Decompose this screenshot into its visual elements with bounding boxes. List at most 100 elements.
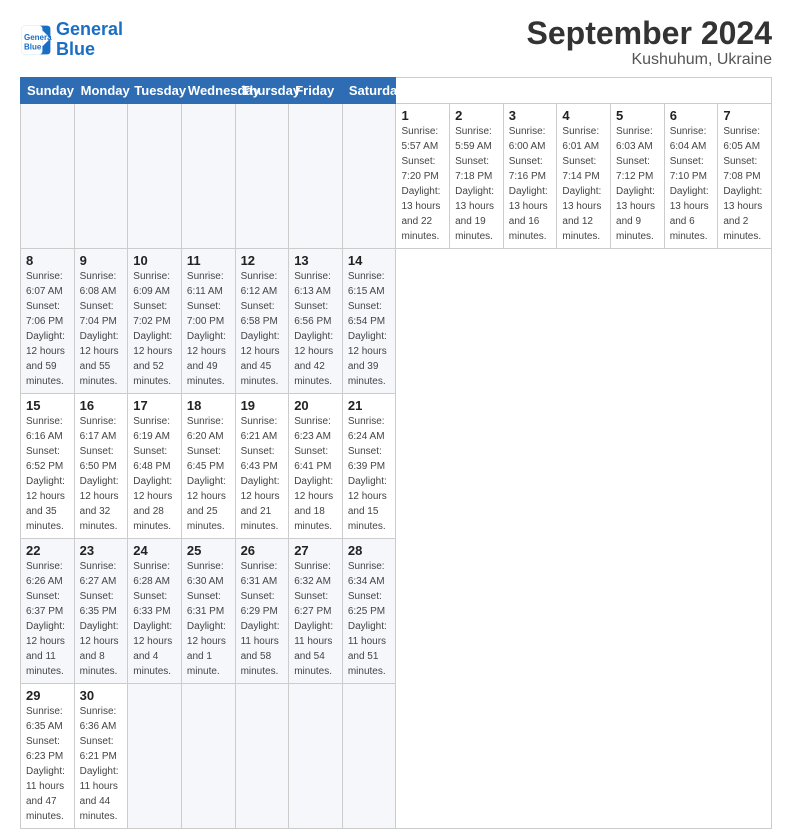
- calendar-cell: 30 Sunrise: 6:36 AM Sunset: 6:21 PM Dayl…: [74, 684, 128, 829]
- calendar-cell: 4 Sunrise: 6:01 AM Sunset: 7:14 PM Dayli…: [557, 104, 611, 249]
- day-info: Sunrise: 6:36 AM Sunset: 6:21 PM Dayligh…: [80, 706, 119, 822]
- calendar-cell: 14 Sunrise: 6:15 AM Sunset: 6:54 PM Dayl…: [342, 249, 396, 394]
- calendar-cell: 21 Sunrise: 6:24 AM Sunset: 6:39 PM Dayl…: [342, 394, 396, 539]
- day-info: Sunrise: 6:32 AM Sunset: 6:27 PM Dayligh…: [294, 561, 333, 677]
- day-info: Sunrise: 6:35 AM Sunset: 6:23 PM Dayligh…: [26, 706, 65, 822]
- day-info: Sunrise: 6:00 AM Sunset: 7:16 PM Dayligh…: [509, 126, 548, 242]
- header-sunday: Sunday: [21, 78, 75, 104]
- calendar-cell: [74, 104, 128, 249]
- day-info: Sunrise: 6:21 AM Sunset: 6:43 PM Dayligh…: [241, 416, 280, 532]
- calendar-cell: 25 Sunrise: 6:30 AM Sunset: 6:31 PM Dayl…: [181, 539, 235, 684]
- calendar-page: General Blue General Blue September 2024…: [0, 0, 792, 612]
- day-number: 30: [80, 688, 123, 703]
- day-info: Sunrise: 6:26 AM Sunset: 6:37 PM Dayligh…: [26, 561, 65, 677]
- calendar-cell: 1 Sunrise: 5:57 AM Sunset: 7:20 PM Dayli…: [396, 104, 450, 249]
- day-info: Sunrise: 6:11 AM Sunset: 7:00 PM Dayligh…: [187, 271, 226, 387]
- header-wednesday: Wednesday: [181, 78, 235, 104]
- svg-text:Blue: Blue: [24, 42, 42, 51]
- calendar-cell: 29 Sunrise: 6:35 AM Sunset: 6:23 PM Dayl…: [21, 684, 75, 829]
- day-number: 2: [455, 108, 498, 123]
- day-info: Sunrise: 6:13 AM Sunset: 6:56 PM Dayligh…: [294, 271, 333, 387]
- day-number: 22: [26, 543, 69, 558]
- calendar-cell: [21, 104, 75, 249]
- title-block: September 2024 Kushuhum, Ukraine: [527, 16, 772, 69]
- calendar-cell: 9 Sunrise: 6:08 AM Sunset: 7:04 PM Dayli…: [74, 249, 128, 394]
- day-number: 11: [187, 253, 230, 268]
- calendar-cell: 23 Sunrise: 6:27 AM Sunset: 6:35 PM Dayl…: [74, 539, 128, 684]
- calendar-week-row: 22 Sunrise: 6:26 AM Sunset: 6:37 PM Dayl…: [21, 539, 772, 684]
- day-number: 18: [187, 398, 230, 413]
- day-info: Sunrise: 6:30 AM Sunset: 6:31 PM Dayligh…: [187, 561, 226, 677]
- page-header: General Blue General Blue September 2024…: [20, 16, 772, 69]
- day-number: 10: [133, 253, 176, 268]
- calendar-cell: [181, 104, 235, 249]
- calendar-cell: 7 Sunrise: 6:05 AM Sunset: 7:08 PM Dayli…: [718, 104, 772, 249]
- header-thursday: Thursday: [235, 78, 289, 104]
- day-number: 14: [348, 253, 391, 268]
- calendar-cell: [342, 104, 396, 249]
- calendar-cell: 17 Sunrise: 6:19 AM Sunset: 6:48 PM Dayl…: [128, 394, 182, 539]
- calendar-cell: 12 Sunrise: 6:12 AM Sunset: 6:58 PM Dayl…: [235, 249, 289, 394]
- day-info: Sunrise: 5:59 AM Sunset: 7:18 PM Dayligh…: [455, 126, 494, 242]
- day-number: 6: [670, 108, 713, 123]
- day-info: Sunrise: 5:57 AM Sunset: 7:20 PM Dayligh…: [401, 126, 440, 242]
- header-saturday: Saturday: [342, 78, 396, 104]
- day-number: 27: [294, 543, 337, 558]
- day-number: 29: [26, 688, 69, 703]
- calendar-cell: 19 Sunrise: 6:21 AM Sunset: 6:43 PM Dayl…: [235, 394, 289, 539]
- day-info: Sunrise: 6:27 AM Sunset: 6:35 PM Dayligh…: [80, 561, 119, 677]
- calendar-cell: 28 Sunrise: 6:34 AM Sunset: 6:25 PM Dayl…: [342, 539, 396, 684]
- day-number: 21: [348, 398, 391, 413]
- day-info: Sunrise: 6:01 AM Sunset: 7:14 PM Dayligh…: [562, 126, 601, 242]
- day-number: 20: [294, 398, 337, 413]
- day-info: Sunrise: 6:05 AM Sunset: 7:08 PM Dayligh…: [723, 126, 762, 242]
- day-info: Sunrise: 6:16 AM Sunset: 6:52 PM Dayligh…: [26, 416, 65, 532]
- calendar-cell: [342, 684, 396, 829]
- calendar-subtitle: Kushuhum, Ukraine: [527, 51, 772, 69]
- calendar-cell: 13 Sunrise: 6:13 AM Sunset: 6:56 PM Dayl…: [289, 249, 343, 394]
- calendar-cell: 22 Sunrise: 6:26 AM Sunset: 6:37 PM Dayl…: [21, 539, 75, 684]
- day-info: Sunrise: 6:03 AM Sunset: 7:12 PM Dayligh…: [616, 126, 655, 242]
- day-number: 17: [133, 398, 176, 413]
- calendar-cell: 26 Sunrise: 6:31 AM Sunset: 6:29 PM Dayl…: [235, 539, 289, 684]
- day-number: 7: [723, 108, 766, 123]
- calendar-cell: [181, 684, 235, 829]
- day-info: Sunrise: 6:04 AM Sunset: 7:10 PM Dayligh…: [670, 126, 709, 242]
- calendar-cell: [128, 104, 182, 249]
- day-info: Sunrise: 6:28 AM Sunset: 6:33 PM Dayligh…: [133, 561, 172, 677]
- day-number: 16: [80, 398, 123, 413]
- day-number: 25: [187, 543, 230, 558]
- day-number: 8: [26, 253, 69, 268]
- day-number: 23: [80, 543, 123, 558]
- day-info: Sunrise: 6:12 AM Sunset: 6:58 PM Dayligh…: [241, 271, 280, 387]
- day-info: Sunrise: 6:08 AM Sunset: 7:04 PM Dayligh…: [80, 271, 119, 387]
- day-number: 5: [616, 108, 659, 123]
- logo-text: General Blue: [56, 20, 123, 60]
- day-number: 24: [133, 543, 176, 558]
- calendar-week-row: 8 Sunrise: 6:07 AM Sunset: 7:06 PM Dayli…: [21, 249, 772, 394]
- day-number: 3: [509, 108, 552, 123]
- calendar-table: Sunday Monday Tuesday Wednesday Thursday…: [20, 77, 772, 829]
- day-info: Sunrise: 6:07 AM Sunset: 7:06 PM Dayligh…: [26, 271, 65, 387]
- calendar-cell: 10 Sunrise: 6:09 AM Sunset: 7:02 PM Dayl…: [128, 249, 182, 394]
- calendar-cell: 20 Sunrise: 6:23 AM Sunset: 6:41 PM Dayl…: [289, 394, 343, 539]
- calendar-cell: [289, 104, 343, 249]
- header-tuesday: Tuesday: [128, 78, 182, 104]
- calendar-cell: [235, 104, 289, 249]
- day-info: Sunrise: 6:34 AM Sunset: 6:25 PM Dayligh…: [348, 561, 387, 677]
- svg-text:General: General: [24, 33, 52, 42]
- calendar-cell: 24 Sunrise: 6:28 AM Sunset: 6:33 PM Dayl…: [128, 539, 182, 684]
- calendar-cell: 3 Sunrise: 6:00 AM Sunset: 7:16 PM Dayli…: [503, 104, 557, 249]
- calendar-cell: 2 Sunrise: 5:59 AM Sunset: 7:18 PM Dayli…: [450, 104, 504, 249]
- day-info: Sunrise: 6:20 AM Sunset: 6:45 PM Dayligh…: [187, 416, 226, 532]
- day-number: 4: [562, 108, 605, 123]
- calendar-cell: 27 Sunrise: 6:32 AM Sunset: 6:27 PM Dayl…: [289, 539, 343, 684]
- day-number: 19: [241, 398, 284, 413]
- logo-icon: General Blue: [20, 24, 52, 56]
- header-monday: Monday: [74, 78, 128, 104]
- calendar-header-row: Sunday Monday Tuesday Wednesday Thursday…: [21, 78, 772, 104]
- calendar-cell: 11 Sunrise: 6:11 AM Sunset: 7:00 PM Dayl…: [181, 249, 235, 394]
- calendar-week-row: 15 Sunrise: 6:16 AM Sunset: 6:52 PM Dayl…: [21, 394, 772, 539]
- day-info: Sunrise: 6:31 AM Sunset: 6:29 PM Dayligh…: [241, 561, 280, 677]
- day-info: Sunrise: 6:23 AM Sunset: 6:41 PM Dayligh…: [294, 416, 333, 532]
